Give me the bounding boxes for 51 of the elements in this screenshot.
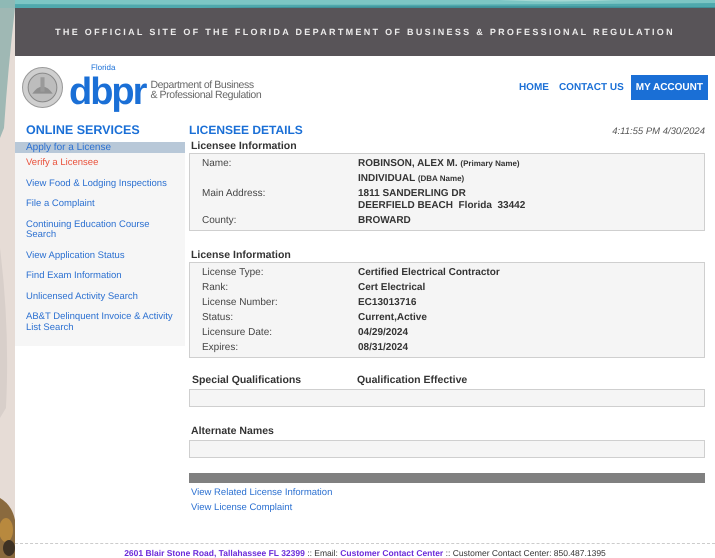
details-link[interactable]: View Related License Information (189, 485, 332, 500)
sidebar-item[interactable]: Find Exam Information (15, 266, 185, 286)
sidebar-item[interactable]: Continuing Education Course Search (15, 214, 185, 246)
email-link[interactable]: Customer Contact Center (340, 548, 444, 558)
field-label: Name: (202, 158, 232, 169)
sidebar-item[interactable]: Apply for a License (15, 142, 185, 153)
sidebar-item[interactable]: View Application Status (15, 246, 185, 266)
sidebar-item[interactable]: File a Complaint (15, 194, 185, 214)
field-label: Licensure Date: (202, 327, 272, 338)
field-label: License Type: (202, 267, 264, 278)
field-label: Rank: (202, 282, 228, 293)
banner-text: THE OFFICIAL SITE OF THE FLORIDA DEPARTMENT OF BUSINESS & PROFESSIONAL REGULATION (55, 26, 675, 37)
field-value: 04/29/2024 (358, 326, 410, 338)
field-value: ROBINSON, ALEX M. (Primary Name) (358, 158, 521, 170)
field-label: Expires: (202, 342, 238, 353)
field-value: INDIVIDUAL (DBA Name) (358, 172, 466, 184)
address-link[interactable]: 2601 Blair Stone Road, Tallahassee FL 32399 (124, 548, 305, 558)
section-heading: License Information (190, 249, 292, 262)
account-button[interactable]: MY ACCOUNT (630, 75, 708, 100)
timestamp: 4:11:55 PM 4/30/2024 (612, 126, 705, 137)
sidebar-title: ONLINE SERVICES (15, 123, 185, 142)
column-heading: Qualification Effective (357, 374, 468, 387)
field-value: 08/31/2024 (358, 342, 410, 354)
field-value: Current,Active (358, 312, 428, 324)
field-label: County: (202, 215, 236, 226)
department-name: Department of Business (150, 80, 254, 90)
field-label: License Number: (202, 297, 278, 308)
section-heading: Alternate Names (190, 425, 275, 438)
sidebar-item[interactable]: Verify a Licensee (15, 153, 185, 174)
section-heading: Licensee Information (190, 140, 298, 153)
sidebar-item[interactable]: AB&T Delinquent Invoice & Activity List Search (15, 307, 185, 338)
field-value: 1811 SANDERLING DR (358, 188, 467, 200)
department-name: & Professional Regulation (150, 90, 262, 100)
column-heading: Special Qualifications (191, 374, 302, 387)
nav-link[interactable]: CONTACT US (554, 82, 629, 94)
field-value: EC13013716 (358, 296, 418, 308)
footer-text: 2601 Blair Stone Road, Tallahassee FL 32399 :: Email: Customer Contact Center :: Customer Contact Center: 850.487.1395 (124, 548, 606, 558)
logo-wordmark: dbpr (69, 73, 147, 112)
field-value: Certified Electrical Contractor (358, 266, 501, 278)
page-title: LICENSEE DETAILS (189, 123, 303, 137)
seal-icon (22, 67, 63, 108)
nav-link[interactable]: HOME (514, 82, 554, 94)
field-value: DEERFIELD BEACH Florida 33442 (358, 200, 526, 212)
sidebar-item[interactable]: Unlicensed Activity Search (15, 286, 185, 307)
details-link[interactable]: View License Complaint (189, 500, 292, 515)
field-value: BROWARD (358, 214, 412, 226)
sidebar-item[interactable]: View Food & Lodging Inspections (15, 174, 185, 194)
field-value: Cert Electrical (358, 282, 426, 294)
state-label: Florida (91, 64, 116, 72)
field-label: Main Address: (202, 188, 266, 199)
field-label: Status: (202, 312, 234, 323)
